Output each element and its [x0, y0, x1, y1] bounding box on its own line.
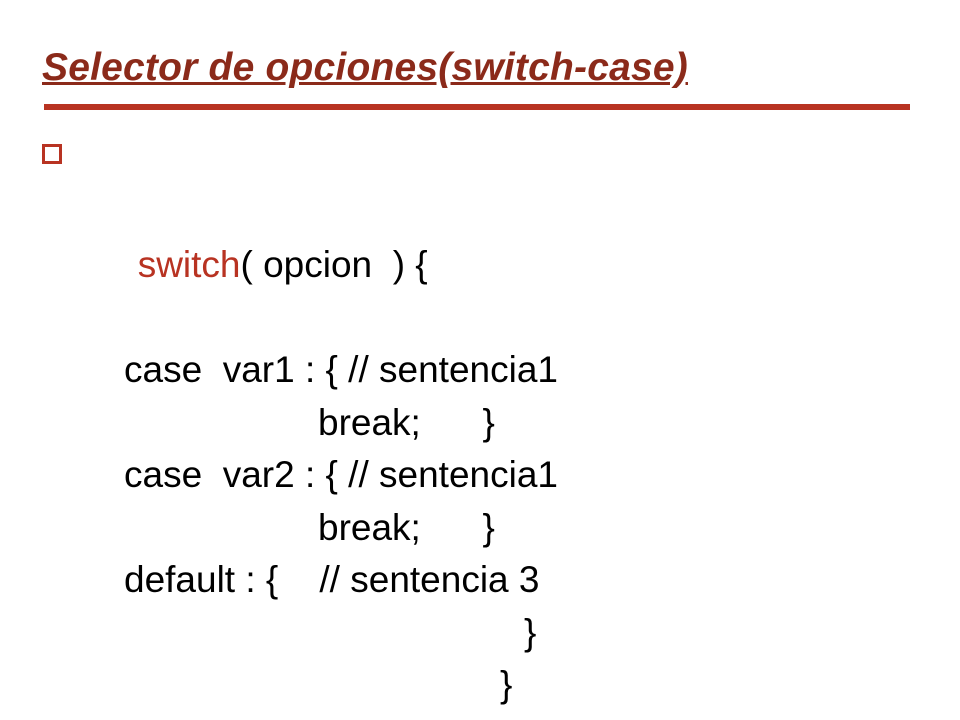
slide: Selector de opciones(switch-case) switch…: [0, 0, 960, 720]
code-line-3: break; }: [76, 397, 918, 450]
code-line-8: }: [76, 659, 918, 712]
code-line-4: case var2 : { // sentencia1: [76, 449, 918, 502]
code-line-7: }: [76, 607, 918, 660]
code-line-5: break; }: [76, 502, 918, 555]
code-line-6: default : { // sentencia 3: [76, 554, 918, 607]
code-block: switch( opcion ) { case var1 : { // sent…: [42, 134, 918, 712]
code-line-1: switch( opcion ) {: [76, 134, 918, 344]
slide-title: Selector de opciones(switch-case): [42, 46, 918, 90]
square-bullet-icon: [42, 144, 62, 164]
code-text: ( opcion ) {: [241, 244, 428, 285]
title-underline-rule: [44, 104, 910, 110]
keyword-switch: switch: [138, 244, 241, 285]
code-line-2: case var1 : { // sentencia1: [76, 344, 918, 397]
